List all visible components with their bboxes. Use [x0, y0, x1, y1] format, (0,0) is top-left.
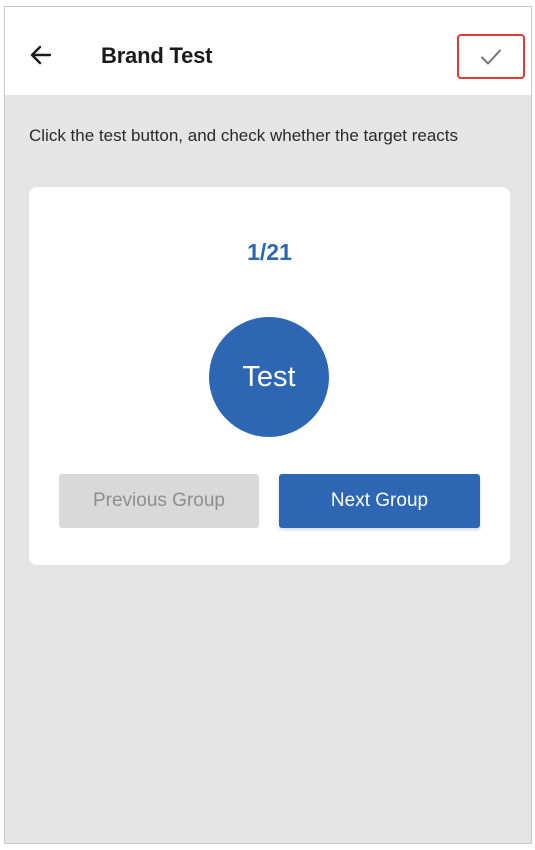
checkmark-icon [481, 49, 501, 64]
arrow-left-icon [30, 45, 52, 65]
app-header: Brand Test [5, 7, 531, 95]
test-button[interactable]: Test [209, 317, 329, 437]
test-card: 1/21 Test Previous Group Next Group [29, 187, 510, 565]
back-button[interactable] [27, 41, 55, 69]
confirm-button[interactable] [457, 34, 525, 79]
previous-group-button[interactable]: Previous Group [59, 474, 259, 528]
instruction-text: Click the test button, and check whether… [29, 126, 459, 145]
app-screen: Brand Test Click the test button, and ch… [4, 6, 532, 844]
page-title: Brand Test [101, 43, 213, 68]
next-group-button[interactable]: Next Group [279, 474, 480, 528]
group-counter: 1/21 [247, 239, 292, 265]
